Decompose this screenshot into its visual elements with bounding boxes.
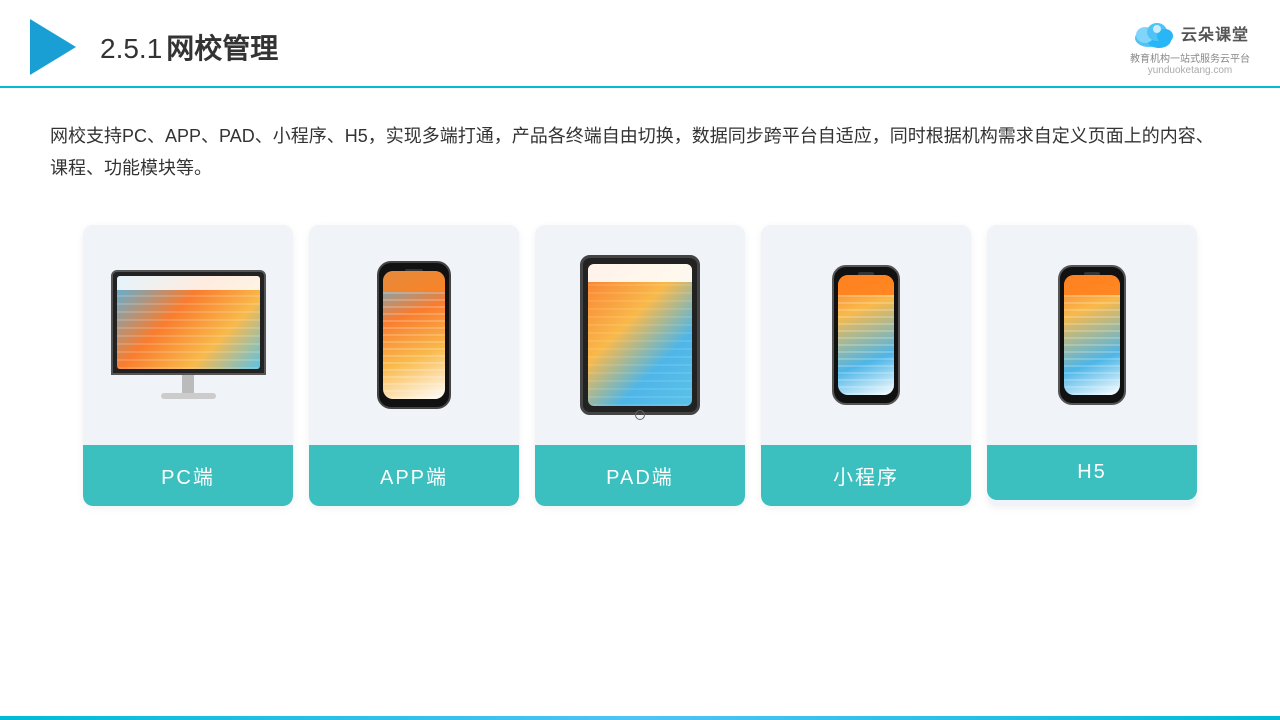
card-miniprogram-label: 小程序 xyxy=(761,445,971,506)
card-pc: PC端 xyxy=(83,225,293,506)
card-h5: H5 xyxy=(987,225,1197,506)
phone-screen-h5 xyxy=(1064,275,1120,395)
brand-logo: 云朵课堂 教育机构一站式服务云平台 yunduoketang.com xyxy=(1130,18,1250,76)
card-pc-image xyxy=(83,225,293,445)
header-left: 2.5.1网校管理 xyxy=(30,19,278,75)
phone-screen-app xyxy=(383,271,445,399)
monitor-mockup xyxy=(111,270,266,399)
logo-text: 云朵课堂 xyxy=(1181,21,1249,45)
page-title: 2.5.1网校管理 xyxy=(100,27,278,67)
play-icon xyxy=(30,19,76,75)
phone-screen-mini xyxy=(838,275,894,395)
cloud-icon xyxy=(1131,18,1175,48)
phone-mockup-h5 xyxy=(1058,265,1126,405)
card-app-image xyxy=(309,225,519,445)
monitor-screen-outer xyxy=(111,270,266,375)
phone-mockup-app xyxy=(377,261,451,409)
logo-tagline: 教育机构一站式服务云平台 xyxy=(1130,50,1250,65)
card-pad-label: PAD端 xyxy=(535,445,745,506)
monitor-stand xyxy=(182,375,194,393)
device-cards-container: PC端 APP端 PAD端 小程序 xyxy=(0,205,1280,536)
bottom-decoration-line xyxy=(0,716,1280,720)
description-text: 网校支持PC、APP、PAD、小程序、H5，实现多端打通，产品各终端自由切换，数… xyxy=(0,88,1280,205)
card-pad: PAD端 xyxy=(535,225,745,506)
card-app-label: APP端 xyxy=(309,445,519,506)
logo-cloud-row: 云朵课堂 xyxy=(1131,18,1249,48)
monitor-screen-inner xyxy=(117,276,260,369)
tablet-screen xyxy=(588,264,692,406)
card-miniprogram: 小程序 xyxy=(761,225,971,506)
tablet-mockup xyxy=(580,255,700,415)
card-pc-label: PC端 xyxy=(83,445,293,506)
page-header: 2.5.1网校管理 云朵课堂 教育机构一站式服务云平台 yunduoketang… xyxy=(0,0,1280,88)
card-h5-image xyxy=(987,225,1197,445)
card-h5-label: H5 xyxy=(987,445,1197,500)
card-app: APP端 xyxy=(309,225,519,506)
monitor-base xyxy=(161,393,216,399)
tablet-home-button xyxy=(635,410,645,420)
phone-mockup-mini xyxy=(832,265,900,405)
logo-url: yunduoketang.com xyxy=(1148,65,1233,76)
card-pad-image xyxy=(535,225,745,445)
card-miniprogram-image xyxy=(761,225,971,445)
